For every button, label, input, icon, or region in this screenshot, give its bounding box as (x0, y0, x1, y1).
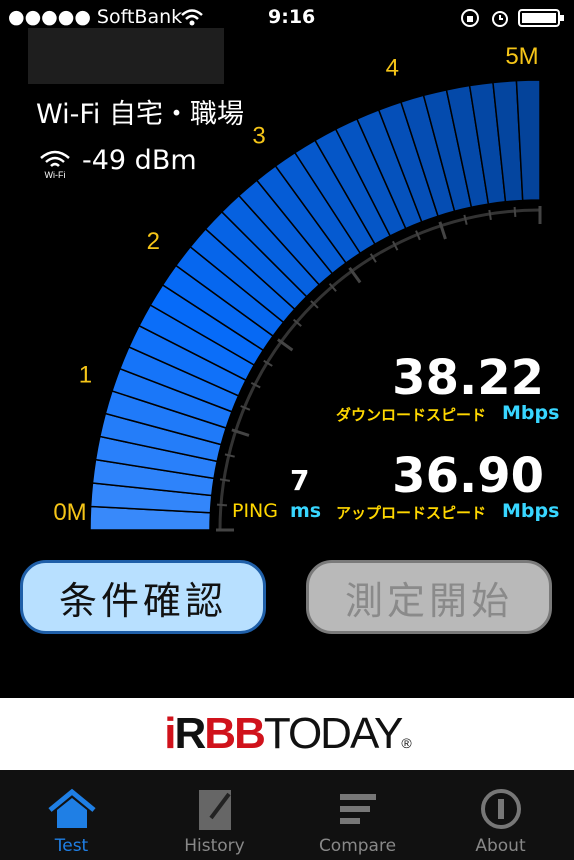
gauge-tick (219, 478, 231, 482)
tab-label: History (184, 836, 245, 856)
download-unit: Mbps (502, 402, 560, 424)
gauge-scale-label: 3 (252, 122, 265, 149)
gauge-scale-label: 5M (505, 43, 538, 70)
notepad-icon (198, 790, 231, 830)
tab-test[interactable]: Test (0, 770, 143, 860)
tab-history[interactable]: History (143, 770, 286, 860)
gauge-tick (488, 209, 492, 221)
gauge-scale-label: 2 (147, 228, 160, 255)
info-icon (480, 789, 521, 829)
battery-icon (518, 9, 564, 27)
gauge-scale-label: 4 (386, 54, 399, 81)
ping-label: PING (232, 500, 278, 522)
gauge-tick (463, 214, 468, 225)
ping-value: 7 (290, 464, 310, 497)
tab-about[interactable]: About (429, 770, 572, 860)
gauge-scale-label: 0M (53, 499, 86, 526)
start-measurement-button[interactable]: 測定開始 (306, 560, 552, 634)
gauge-tick (224, 453, 235, 458)
clock: 9:16 (268, 6, 316, 28)
gauge-scale-label: 1 (79, 361, 92, 388)
tab-bar: Test History Compare About (0, 770, 574, 860)
rbbtoday-banner[interactable]: iRBBTODAY® (0, 698, 574, 770)
gauge-tick (513, 206, 517, 218)
wifi-signal-icon (181, 9, 203, 26)
rotation-lock-icon (461, 9, 479, 27)
upload-speed-value: 36.90 (392, 448, 544, 504)
home-icon (47, 788, 96, 828)
download-label: ダウンロードスピード (336, 406, 487, 424)
upload-unit: Mbps (502, 500, 560, 522)
tab-label: Compare (318, 836, 397, 856)
tab-label: Test (54, 836, 89, 856)
upload-label: アップロードスピード (336, 504, 487, 522)
bars-icon (339, 794, 376, 824)
tab-compare[interactable]: Compare (286, 770, 429, 860)
download-speed-value: 38.22 (392, 350, 544, 406)
alarm-icon (492, 11, 508, 27)
ping-unit: ms (290, 500, 322, 522)
carrier-label: ●●●●● SoftBank (8, 6, 183, 28)
gauge-tick (216, 503, 228, 507)
tab-label: About (475, 836, 526, 856)
rbbtoday-logo: iRBBTODAY® (164, 709, 412, 758)
check-conditions-button[interactable]: 条件確認 (20, 560, 266, 634)
